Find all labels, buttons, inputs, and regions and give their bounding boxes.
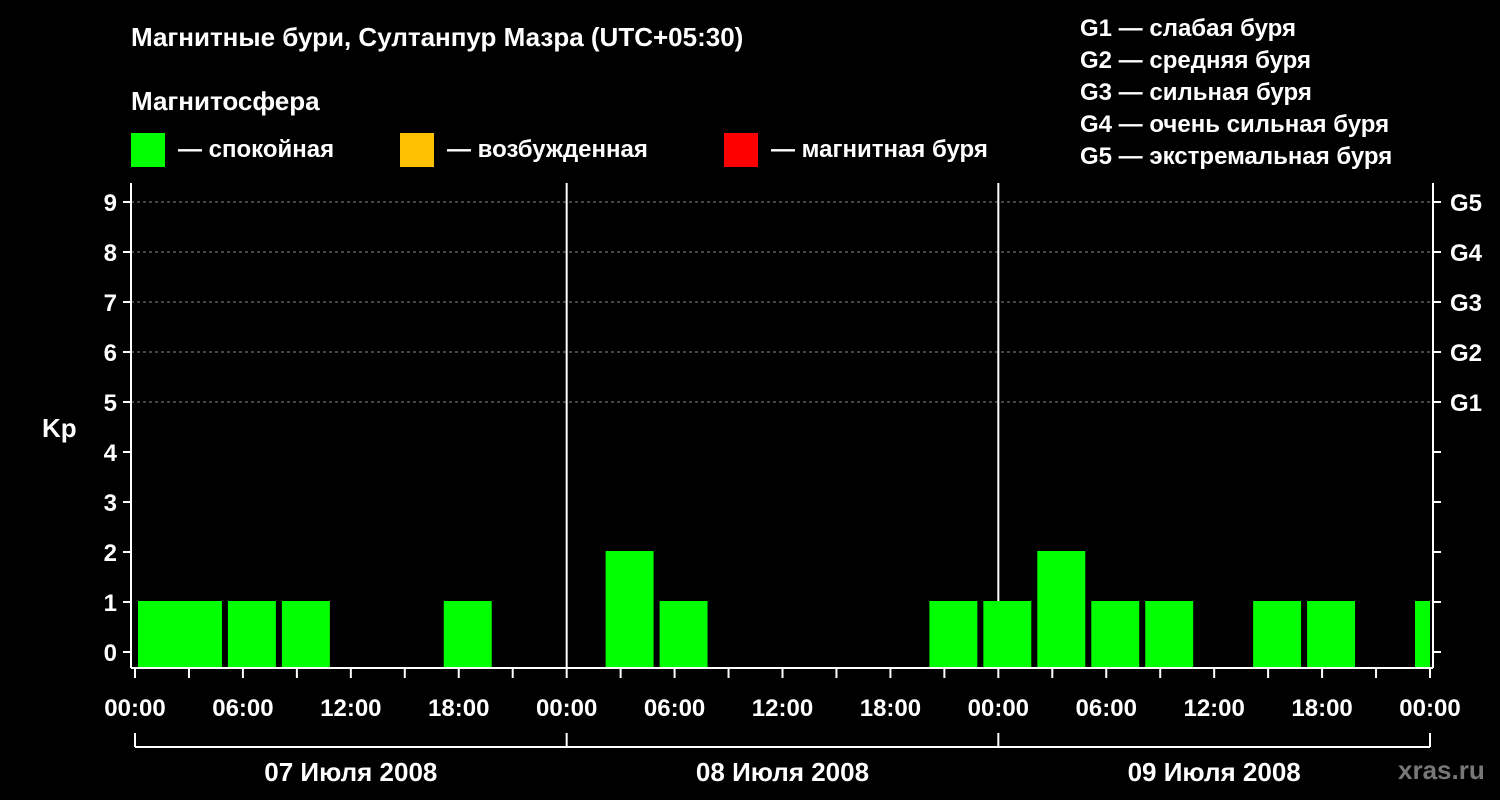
kp-bar — [659, 601, 708, 668]
x-tick-label: 06:00 — [644, 695, 705, 722]
x-tick-label: 00:00 — [104, 695, 165, 722]
y-axis-label: Kp — [42, 413, 77, 443]
g-level-label: G5 — [1450, 190, 1482, 217]
kp-bar — [281, 601, 330, 668]
y-tick-label: 9 — [104, 190, 117, 217]
y-tick-label: 7 — [104, 290, 117, 317]
watermark: xras.ru — [1398, 755, 1485, 785]
kp-bar — [1307, 601, 1356, 668]
kp-chart: 0 1 2 3 4 5 6 7 8 9 Kp G1 G2 G3 G4 G5 00:00 06:00 12:00 18:… — [42, 183, 1483, 787]
x-tick-label: 18:00 — [1291, 695, 1352, 722]
x-tick-label: 12:00 — [1183, 695, 1244, 722]
kp-bar — [1145, 601, 1194, 668]
kp-bar — [1091, 601, 1140, 668]
day-label: 07 Июля 2008 — [264, 757, 437, 787]
x-tick-label: 00:00 — [1399, 695, 1460, 722]
kp-bar — [1037, 551, 1086, 668]
y-tick-label: 1 — [104, 590, 117, 617]
g-level-label: G3 — [1450, 290, 1482, 317]
y-tick-label: 3 — [104, 490, 117, 517]
x-tick-label: 18:00 — [860, 695, 921, 722]
kp-bar — [443, 601, 492, 668]
x-tick-label: 12:00 — [320, 695, 381, 722]
g-level-label: G1 — [1450, 390, 1482, 417]
kp-bar — [983, 601, 1032, 668]
y-tick-label: 5 — [104, 390, 117, 417]
day-label: 08 Июля 2008 — [696, 757, 869, 787]
y-tick-label: 4 — [104, 440, 118, 467]
y-tick-label: 6 — [104, 340, 117, 367]
x-tick-label: 12:00 — [752, 695, 813, 722]
day-label: 09 Июля 2008 — [1128, 757, 1301, 787]
kp-bar — [1253, 601, 1302, 668]
kp-bar — [929, 601, 978, 668]
y-tick-label: 2 — [104, 540, 117, 567]
g-level-label: G4 — [1450, 240, 1483, 267]
x-tick-label: 06:00 — [212, 695, 273, 722]
kp-bar — [1415, 601, 1430, 668]
y-tick-label: 8 — [104, 240, 117, 267]
x-tick-label: 00:00 — [968, 695, 1029, 722]
y-tick-label: 0 — [104, 640, 117, 667]
x-tick-label: 18:00 — [428, 695, 489, 722]
x-tick-label: 00:00 — [536, 695, 597, 722]
kp-bar — [605, 551, 654, 668]
kp-bar — [227, 601, 276, 668]
x-tick-label: 06:00 — [1076, 695, 1137, 722]
g-level-label: G2 — [1450, 340, 1482, 367]
kp-bar — [173, 601, 222, 668]
